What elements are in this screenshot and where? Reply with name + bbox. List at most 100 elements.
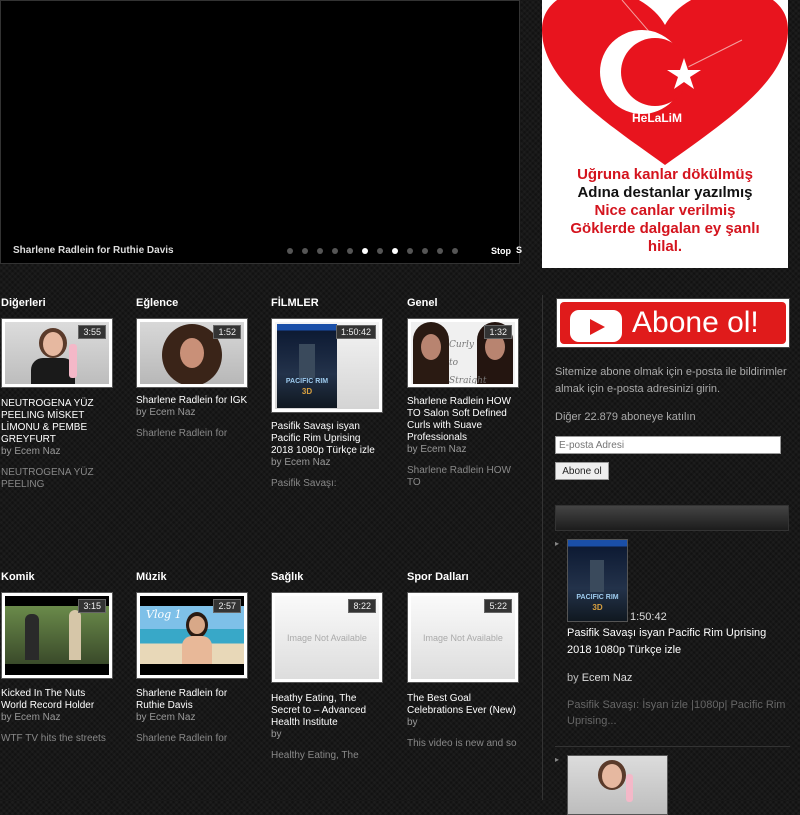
author-link[interactable]: Ecem Naz	[14, 712, 60, 723]
author-link[interactable]: Ecem Naz	[149, 407, 195, 418]
youtube-play-icon	[570, 310, 622, 342]
post-excerpt: This video is new and so	[407, 738, 517, 749]
featured-thumbnail[interactable]: PACIFIC RIM 3D	[567, 539, 628, 622]
duration-badge: 2:57	[213, 599, 241, 613]
video-thumbnail[interactable]: 1:52	[136, 318, 248, 388]
category-title[interactable]: Genel	[407, 297, 519, 309]
video-thumbnail[interactable]: 3:55	[1, 318, 113, 388]
flag-heart-banner[interactable]: HeLaLiM Uğruna kanlar dökülmüş Adına des…	[542, 0, 788, 268]
video-thumbnail[interactable]: 3:15	[1, 592, 113, 679]
slider-dot[interactable]	[317, 248, 323, 254]
video-thumbnail[interactable]: Vlog 1 2:57	[136, 592, 248, 679]
featured-duration: 1:50:42	[630, 611, 667, 623]
subscribe-description: Sitemize abone olmak için e-posta ile bi…	[555, 366, 787, 395]
widget-header	[555, 505, 789, 531]
subscriber-count: Diğer 22.879 aboneye katılın	[555, 411, 696, 423]
slider-dot[interactable]	[362, 248, 368, 254]
slider-next-button[interactable]: S	[516, 245, 522, 255]
category-genel: Genel Curly to Straight 1:32 Sharlene Ra…	[407, 297, 519, 489]
slider-dot[interactable]	[422, 248, 428, 254]
by-label: by	[136, 712, 147, 723]
category-title[interactable]: Diğerleri	[1, 297, 113, 309]
post-excerpt: Pasifik Savaşı:	[271, 478, 337, 489]
post-excerpt: Sharlene Radlein for	[136, 733, 228, 744]
author-link[interactable]: Ecem Naz	[420, 444, 466, 455]
email-input[interactable]	[555, 436, 781, 454]
thumb-overlay-text: Curly to Straight	[449, 340, 487, 384]
slider-dot[interactable]	[452, 248, 458, 254]
post-excerpt: NEUTROGENA YÜZ PEELING	[1, 467, 94, 490]
banner-line: Göklerde dalgalan ey şanlı	[570, 220, 760, 237]
category-title[interactable]: FİLMLER	[271, 297, 383, 309]
slider-caption[interactable]: Sharlene Radlein for Ruthie Davis	[13, 245, 174, 256]
video-thumbnail[interactable]: Image Not Available 5:22	[407, 592, 519, 683]
category-eglence: Eğlence 1:52 Sharlene Radlein for IGK by…	[136, 297, 248, 440]
list-bullet-icon: ▸	[555, 539, 560, 548]
by-label: by	[567, 672, 579, 684]
poster-3d: 3D	[301, 387, 313, 396]
category-title[interactable]: Sağlık	[271, 571, 383, 583]
author-link[interactable]: Ecem Naz	[582, 672, 633, 684]
by-label: by	[407, 717, 418, 728]
slider-dot[interactable]	[407, 248, 413, 254]
movie-poster: PACIFIC RIM 3D	[277, 324, 337, 408]
author-link[interactable]: Ecem Naz	[284, 457, 330, 468]
subscribe-button[interactable]: Abone ol	[555, 462, 609, 480]
video-thumbnail[interactable]: Curly to Straight 1:32	[407, 318, 519, 388]
slider-pagination	[287, 248, 458, 254]
poster-3d: 3D	[592, 603, 603, 612]
banner-line: Nice canlar verilmiş	[594, 202, 736, 219]
post-title[interactable]: Kicked In The Nuts World Record Holder	[1, 688, 113, 712]
slider-dot[interactable]	[347, 248, 353, 254]
thumb-overlay-text: Vlog 1	[146, 608, 182, 621]
featured-title[interactable]: Pasifik Savaşı isyan Pacific Rim Uprisin…	[567, 625, 789, 659]
featured-slider[interactable]: Sharlene Radlein for Ruthie Davis Stop	[0, 0, 520, 264]
abone-label: Abone ol!	[632, 306, 759, 339]
slider-dot[interactable]	[392, 248, 398, 254]
post-title[interactable]: Sharlene Radlein for Ruthie Davis	[136, 688, 248, 712]
poster-title: PACIFIC RIM	[285, 378, 329, 385]
slider-dot[interactable]	[332, 248, 338, 254]
featured-excerpt: Pasifik Savaşı: İsyan izle |1080p| Pacif…	[567, 699, 786, 727]
by-label: by	[1, 446, 12, 457]
slider-dot[interactable]	[437, 248, 443, 254]
post-title[interactable]: The Best Goal Celebrations Ever (New)	[407, 693, 519, 717]
post-title[interactable]: NEUTROGENA YÜZ PEELING MİSKET LİMONU & P…	[1, 398, 113, 446]
duration-badge: 3:55	[78, 325, 106, 339]
category-filmler: FİLMLER PACIFIC RIM 3D 1:50:42 Pasifik S…	[271, 297, 383, 490]
second-thumbnail[interactable]	[567, 755, 668, 815]
poster-title: PACIFIC RIM	[576, 594, 619, 601]
banner-brand: HeLaLiM	[632, 111, 683, 125]
slider-dot[interactable]	[377, 248, 383, 254]
category-saglik: Sağlık Image Not Available 8:22 Heathy E…	[271, 571, 383, 762]
slider-dot[interactable]	[287, 248, 293, 254]
category-komik: Komik 3:15 Kicked In The Nuts World Reco…	[1, 571, 113, 745]
author-link[interactable]: Ecem Naz	[14, 446, 60, 457]
slider-dot[interactable]	[302, 248, 308, 254]
category-title[interactable]: Spor Dalları	[407, 571, 519, 583]
post-title[interactable]: Heathy Eating, The Secret to – Advanced …	[271, 693, 383, 729]
category-spor-dallari: Spor Dalları Image Not Available 5:22 Th…	[407, 571, 519, 750]
video-thumbnail[interactable]: PACIFIC RIM 3D 1:50:42	[271, 318, 383, 413]
category-title[interactable]: Komik	[1, 571, 113, 583]
post-excerpt: Healthy Eating, The	[271, 750, 359, 761]
flag-heart-icon	[542, 0, 788, 165]
duration-badge: 3:15	[78, 599, 106, 613]
duration-badge: 1:50:42	[335, 325, 376, 339]
category-muzik: Müzik Vlog 1 2:57 Sharlene Radlein for R…	[136, 571, 248, 745]
post-excerpt: Sharlene Radlein HOW TO	[407, 465, 511, 488]
by-label: by	[407, 444, 418, 455]
post-title[interactable]: Pasifik Savaşı isyan Pacific Rim Uprisin…	[271, 421, 383, 457]
category-title[interactable]: Müzik	[136, 571, 248, 583]
category-title[interactable]: Eğlence	[136, 297, 248, 309]
post-excerpt: WTF TV hits the streets	[1, 733, 106, 744]
post-title[interactable]: Sharlene Radlein HOW TO Salon Soft Defin…	[407, 396, 519, 444]
by-label: by	[271, 457, 282, 468]
youtube-subscribe-banner[interactable]: Abone ol!	[556, 298, 790, 348]
duration-badge: 5:22	[484, 599, 512, 613]
category-digerleri: Diğerleri 3:55 NEUTROGENA YÜZ PEELING Mİ…	[1, 297, 113, 491]
post-title[interactable]: Sharlene Radlein for IGK	[136, 395, 248, 407]
author-link[interactable]: Ecem Naz	[149, 712, 195, 723]
slider-stop-button[interactable]: Stop	[491, 246, 511, 256]
video-thumbnail[interactable]: Image Not Available 8:22	[271, 592, 383, 683]
